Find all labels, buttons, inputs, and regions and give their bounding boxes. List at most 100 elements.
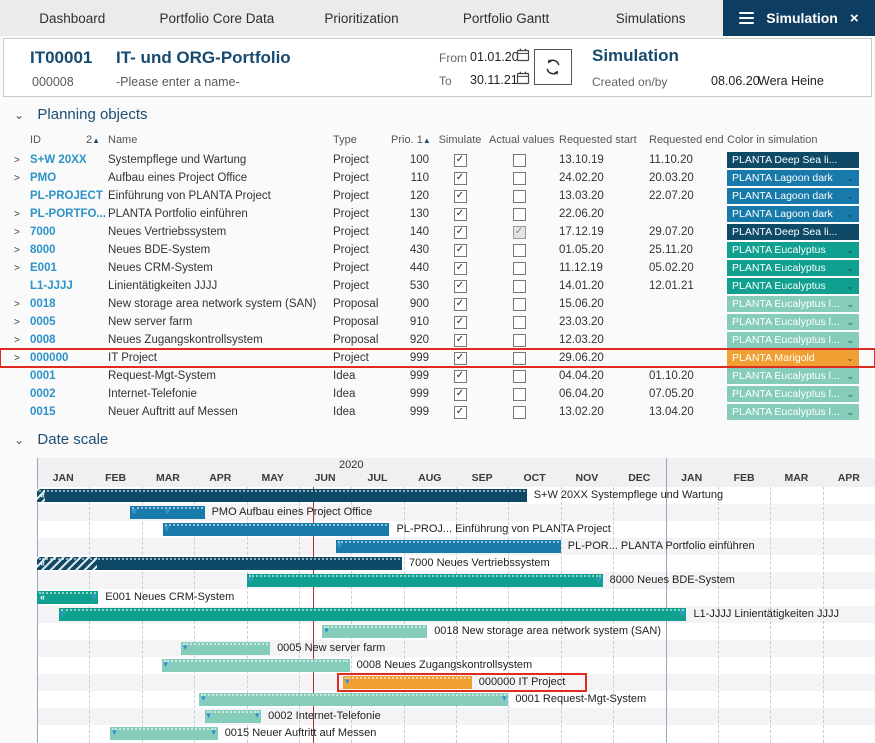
column-header-simulate[interactable]: Simulate	[431, 134, 489, 146]
collapse-chevron-icon[interactable]: ⌄	[14, 433, 24, 447]
from-date-field[interactable]: 01.01.20	[470, 50, 519, 64]
planning-object-id-link[interactable]: L1-JJJJ	[30, 280, 108, 292]
table-row[interactable]: >PL-PORTFO...PLANTA Portfolio einführenP…	[0, 205, 875, 223]
close-icon[interactable]: ×	[850, 10, 859, 27]
milestone-marker-icon[interactable]: ▼	[247, 575, 255, 584]
column-header-color-in-simulation[interactable]: Color in simulation	[727, 134, 859, 146]
nav-dashboard[interactable]: Dashboard	[0, 0, 145, 36]
expand-chevron-icon[interactable]: >	[14, 353, 30, 364]
table-row[interactable]: >7000Neues VertriebssystemProject140✓✓17…	[0, 223, 875, 241]
actual-values-checkbox[interactable]	[513, 190, 526, 203]
expand-chevron-icon[interactable]: >	[14, 299, 30, 310]
milestone-marker-icon[interactable]: ▼	[210, 728, 218, 737]
calendar-icon-to[interactable]	[516, 71, 530, 85]
column-header-prio[interactable]: Prio. 1▲	[391, 134, 431, 146]
expand-chevron-icon[interactable]: >	[14, 317, 30, 328]
table-row[interactable]: >0005New server farmProposal910✓23.03.20…	[0, 313, 875, 331]
milestone-marker-icon[interactable]: ▼	[163, 524, 171, 533]
gantt-bar[interactable]: ▼▼	[205, 710, 262, 723]
actual-values-checkbox[interactable]	[513, 370, 526, 383]
actual-values-checkbox[interactable]	[513, 388, 526, 401]
milestone-marker-icon[interactable]: ▼	[90, 592, 98, 601]
to-date-field[interactable]: 30.11.21	[470, 73, 518, 87]
actual-values-checkbox[interactable]	[513, 172, 526, 185]
column-header-requested-start[interactable]: Requested start	[549, 134, 639, 146]
gantt-bar[interactable]: ▼▼	[110, 727, 217, 740]
gantt-bar[interactable]: ▼	[163, 523, 390, 536]
nav-prioritization[interactable]: Prioritization	[289, 0, 434, 36]
gantt-bar[interactable]: ▼▼	[199, 693, 508, 706]
gantt-bar[interactable]: ▼	[162, 659, 350, 672]
planning-object-id-link[interactable]: S+W 20XX	[30, 154, 108, 166]
milestone-marker-icon[interactable]: ▼	[595, 575, 603, 584]
table-row[interactable]: >PMOAufbau eines Project OfficeProject11…	[0, 169, 875, 187]
column-header-type[interactable]: Type	[333, 134, 391, 146]
gantt-bar[interactable]: ▼	[181, 642, 270, 655]
simulate-checkbox[interactable]: ✓	[454, 244, 467, 257]
expand-chevron-icon[interactable]: >	[14, 263, 30, 274]
milestone-marker-icon[interactable]: ▼	[199, 694, 207, 703]
milestone-marker-icon[interactable]: ▼	[162, 660, 170, 669]
table-row[interactable]: 0002Internet-TelefonieIdea999✓06.04.2007…	[0, 385, 875, 403]
simulate-checkbox[interactable]: ✓	[454, 226, 467, 239]
table-row[interactable]: PL-PROJECTEinführung von PLANTA ProjectP…	[0, 187, 875, 205]
actual-values-checkbox[interactable]	[513, 406, 526, 419]
planning-object-id-link[interactable]: 0005	[30, 316, 108, 328]
column-header-actual-values[interactable]: Actual values	[489, 134, 549, 146]
color-in-simulation-dropdown[interactable]: PLANTA Deep Sea li...⌄	[727, 224, 859, 240]
calendar-icon-from[interactable]	[516, 48, 530, 62]
color-in-simulation-dropdown[interactable]: PLANTA Eucalyptus l...⌄	[727, 368, 859, 384]
nav-portfolio-core-data[interactable]: Portfolio Core Data	[145, 0, 290, 36]
table-row[interactable]: >E001Neues CRM-SystemProject440✓11.12.19…	[0, 259, 875, 277]
simulate-checkbox[interactable]: ✓	[454, 334, 467, 347]
simulate-checkbox[interactable]: ✓	[454, 406, 467, 419]
expand-chevron-icon[interactable]: >	[14, 173, 30, 184]
simulate-checkbox[interactable]: ✓	[454, 190, 467, 203]
color-in-simulation-dropdown[interactable]: PLANTA Eucalyptus⌄	[727, 242, 859, 258]
table-row[interactable]: >8000Neues BDE-SystemProject430✓01.05.20…	[0, 241, 875, 259]
sort-indicator[interactable]: 1▲	[417, 134, 431, 146]
gantt-bar[interactable]: «▼	[37, 591, 98, 604]
table-row[interactable]: L1-JJJJLinientätigkeiten JJJJProject530✓…	[0, 277, 875, 295]
milestone-marker-icon[interactable]: ▼	[678, 609, 686, 618]
table-row[interactable]: 0001Request-Mgt-SystemIdea999✓04.04.2001…	[0, 367, 875, 385]
actual-values-checkbox[interactable]	[513, 280, 526, 293]
milestone-marker-icon[interactable]: ▼	[130, 507, 138, 516]
color-in-simulation-dropdown[interactable]: PLANTA Eucalyptus⌄	[727, 278, 859, 294]
color-in-simulation-dropdown[interactable]: PLANTA Eucalyptus l...⌄	[727, 332, 859, 348]
simulate-checkbox[interactable]: ✓	[454, 262, 467, 275]
planning-object-id-link[interactable]: 7000	[30, 226, 108, 238]
milestone-marker-icon[interactable]: ▼	[336, 541, 344, 550]
portfolio-name-placeholder[interactable]: -Please enter a name-	[116, 75, 240, 89]
planning-object-id-link[interactable]: PMO	[30, 172, 108, 184]
planning-object-id-link[interactable]: PL-PROJECT	[30, 190, 108, 202]
color-in-simulation-dropdown[interactable]: PLANTA Eucalyptus l...⌄	[727, 404, 859, 420]
color-in-simulation-dropdown[interactable]: PLANTA Lagoon dark⌄	[727, 206, 859, 222]
table-row[interactable]: >0018New storage area network system (SA…	[0, 295, 875, 313]
planning-object-id-link[interactable]: 8000	[30, 244, 108, 256]
nav-simulations[interactable]: Simulations	[578, 0, 723, 36]
simulate-checkbox[interactable]: ✓	[454, 316, 467, 329]
simulate-checkbox[interactable]: ✓	[454, 370, 467, 383]
color-in-simulation-dropdown[interactable]: PLANTA Lagoon dark⌄	[727, 170, 859, 186]
gantt-bar[interactable]: ▼▼	[130, 506, 204, 519]
actual-values-checkbox[interactable]	[513, 298, 526, 311]
milestone-marker-icon[interactable]: ▼	[322, 626, 330, 635]
planning-object-id-link[interactable]: 0002	[30, 388, 108, 400]
collapse-chevron-icon[interactable]: ⌄	[14, 108, 24, 122]
sort-indicator[interactable]: 2▲	[86, 134, 100, 146]
milestone-marker-icon[interactable]: ▼	[205, 711, 213, 720]
expand-chevron-icon[interactable]: >	[14, 209, 30, 220]
milestone-marker-icon[interactable]: ▼	[163, 507, 171, 516]
planning-object-id-link[interactable]: 0001	[30, 370, 108, 382]
column-header-name[interactable]: Name	[108, 134, 333, 146]
nav-portfolio-gantt[interactable]: Portfolio Gantt	[434, 0, 579, 36]
expand-chevron-icon[interactable]: >	[14, 335, 30, 346]
planning-object-id-link[interactable]: 0015	[30, 406, 108, 418]
planning-object-id-link[interactable]: 0018	[30, 298, 108, 310]
milestone-marker-icon[interactable]: ▼	[500, 694, 508, 703]
table-row[interactable]: >000000IT ProjectProject999✓29.06.20PLAN…	[0, 349, 875, 367]
gantt-bar[interactable]: ▼▼	[59, 608, 686, 621]
gantt-bar[interactable]: «	[37, 489, 527, 502]
actual-values-checkbox[interactable]: ✓	[513, 226, 526, 239]
